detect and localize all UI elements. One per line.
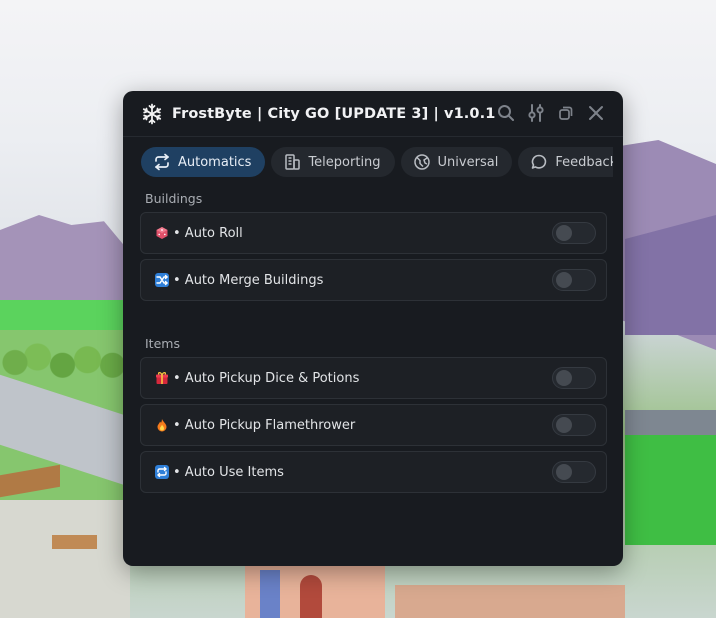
tab-automatics[interactable]: Automatics: [141, 147, 266, 177]
tab-label: Feedback: [555, 154, 613, 170]
tab-universal[interactable]: Universal: [400, 147, 513, 177]
globe-icon: [413, 154, 430, 170]
chat-bubble-icon: [532, 154, 547, 169]
toggle-label: • Auto Merge Buildings: [173, 272, 324, 288]
close-icon[interactable]: [585, 102, 607, 124]
auto-pickup-flamethrower-toggle[interactable]: [552, 414, 596, 436]
script-hub-window: FrostByte | City GO [UPDATE 3] | v1.0.1: [123, 91, 623, 566]
auto-merge-buildings-toggle[interactable]: [552, 269, 596, 291]
dice-icon: [155, 226, 169, 240]
toggle-label: • Auto Roll: [173, 225, 243, 241]
snowflake-logo-icon: [141, 103, 163, 125]
section-title-items: Items: [145, 336, 180, 351]
tab-bar: Automatics Teleporting Universal Feedbac…: [141, 147, 613, 179]
restore-icon[interactable]: [555, 102, 577, 124]
fire-icon: [155, 418, 169, 432]
tab-label: Universal: [437, 154, 499, 170]
tab-teleporting[interactable]: Teleporting: [271, 147, 395, 177]
auto-roll-toggle[interactable]: [552, 222, 596, 244]
tab-label: Automatics: [178, 154, 252, 170]
window-title: FrostByte | City GO [UPDATE 3] | v1.0.1: [172, 105, 496, 122]
toggle-label: • Auto Use Items: [173, 464, 284, 480]
search-icon[interactable]: [495, 102, 517, 124]
toggle-row-auto-pickup-dice-potions[interactable]: • Auto Pickup Dice & Potions: [140, 357, 607, 399]
toggle-row-auto-pickup-flamethrower[interactable]: • Auto Pickup Flamethrower: [140, 404, 607, 446]
tab-label: Teleporting: [308, 154, 381, 170]
toggle-label: • Auto Pickup Dice & Potions: [173, 370, 360, 386]
auto-pickup-dice-potions-toggle[interactable]: [552, 367, 596, 389]
toggle-label: • Auto Pickup Flamethrower: [173, 417, 356, 433]
auto-use-items-toggle[interactable]: [552, 461, 596, 483]
repeat-icon: [155, 465, 169, 479]
toggle-row-auto-merge-buildings[interactable]: • Auto Merge Buildings: [140, 259, 607, 301]
sliders-icon[interactable]: [525, 102, 547, 124]
toggle-row-auto-roll[interactable]: • Auto Roll: [140, 212, 607, 254]
gift-icon: [155, 371, 169, 385]
tab-feedback[interactable]: Feedback: [518, 147, 613, 177]
tab-content: Buildings • Auto Roll • Auto Merge Build…: [140, 187, 607, 498]
section-title-buildings: Buildings: [145, 191, 203, 206]
swap-arrows-icon: [155, 153, 169, 171]
title-bar[interactable]: FrostByte | City GO [UPDATE 3] | v1.0.1: [123, 91, 623, 137]
building-icon: [285, 154, 301, 170]
shuffle-icon: [155, 273, 169, 287]
toggle-row-auto-use-items[interactable]: • Auto Use Items: [140, 451, 607, 493]
